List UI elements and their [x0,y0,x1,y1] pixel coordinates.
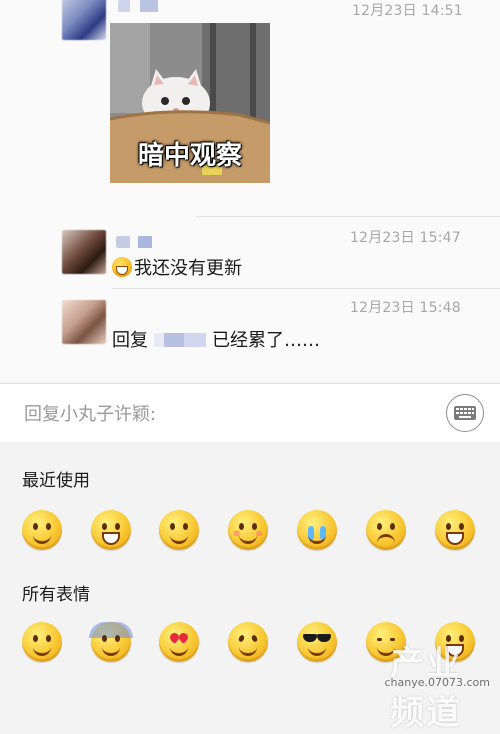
sad-emoji-icon[interactable] [366,510,406,550]
username-blurred [116,236,156,248]
recent-emoji-row [22,510,490,554]
blush-emoji-icon[interactable] [228,510,268,550]
sticker-image[interactable]: 暗中观察 [110,23,270,183]
smile-emoji-icon[interactable] [22,622,62,662]
sweat-emoji-icon[interactable] [89,622,133,662]
watermark-url: chanye.07073.com [384,676,491,689]
smile-emoji-icon[interactable] [22,510,62,550]
keyboard-glyph [454,406,476,420]
emoji-panel: 最近使用 所有表情 产业频道 chanye.07073.com [0,442,500,733]
reply-input-bar: 回复小丸子许颖: [0,383,500,443]
all-emoji-title: 所有表情 [22,585,90,605]
message-timestamp: 12月23日 14:51 [352,3,463,19]
site-watermark: 产业频道 chanye.07073.com [344,634,494,733]
grin-emoji-icon[interactable] [435,510,475,550]
message-divider [196,216,500,217]
reply-input[interactable]: 回复小丸子许颖: [24,400,156,426]
sticker-caption: 暗中观察 [137,141,242,171]
angry-emoji-icon[interactable] [228,622,268,662]
keyboard-icon[interactable] [446,394,484,432]
cool-emoji-icon[interactable] [297,622,337,662]
smirk-emoji-icon[interactable] [159,510,199,550]
message-timestamp: 12月23日 15:47 [350,230,461,246]
message-text: 我还没有更新 [112,254,242,280]
avatar[interactable] [62,230,106,274]
message-timestamp: 12月23日 15:48 [350,300,461,316]
message-text: 回复 已经累了…… [112,330,320,351]
heart-eyes-emoji-icon[interactable] [159,622,199,662]
mention-blurred [154,333,206,347]
username-blurred [118,0,178,12]
recent-emoji-title: 最近使用 [22,471,90,491]
chat-thread: 12月23日 14:51 暗中观察 12月23日 15:47 我还没有更新 12… [0,0,500,382]
grin-emoji-icon [112,257,132,277]
avatar[interactable] [62,0,106,40]
crying-emoji-icon[interactable] [297,510,337,550]
laugh-cry-emoji-icon[interactable] [91,510,131,550]
avatar[interactable] [62,300,106,344]
message-divider [112,288,500,289]
